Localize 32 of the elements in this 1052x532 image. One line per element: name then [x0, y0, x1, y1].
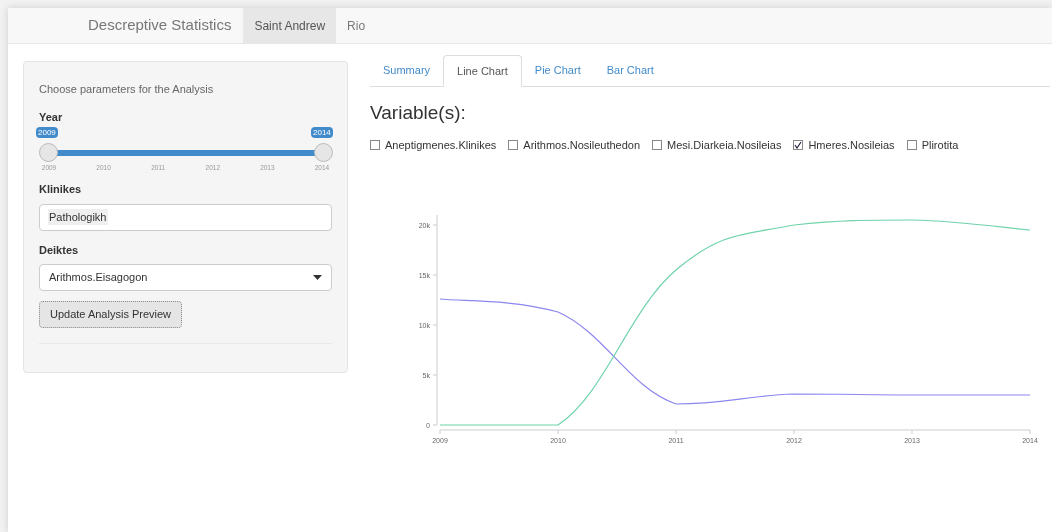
checkbox-label: Plirotita — [921, 137, 959, 153]
field-label: Year — [39, 109, 64, 125]
caret-icon — [313, 275, 322, 280]
chart-tab[interactable]: Bar Chart — [593, 55, 667, 86]
handle-value: 2009 — [36, 127, 58, 138]
nav-tab[interactable]: Saint Andrew — [243, 8, 337, 43]
checkbox[interactable] — [906, 139, 917, 150]
checkbox-label: Hmeres.Nosileias — [808, 137, 895, 153]
checkbox[interactable] — [370, 139, 380, 150]
field-label: Deiktes — [39, 242, 80, 258]
checkbox[interactable] — [793, 139, 804, 150]
slider-handle[interactable] — [39, 143, 58, 162]
checkbox-label: Arithmos.Nosileuthedon — [523, 137, 641, 153]
update-button[interactable]: Update Analysis Preview — [39, 301, 183, 328]
chart-tab[interactable]: Summary — [370, 55, 444, 86]
checkbox[interactable] — [508, 139, 519, 150]
slider-handle[interactable] — [314, 143, 333, 162]
checkbox[interactable] — [652, 139, 663, 150]
field-label: Klinikes — [39, 182, 83, 197]
selected-tag[interactable]: Pathologikh — [48, 208, 108, 226]
section-heading: Variable(s): — [370, 101, 467, 125]
checkbox-label: Aneptigmenes.Klinikes — [385, 137, 497, 153]
checkbox-label: Mesi.Diarkeia.Nosileias — [667, 137, 782, 153]
chart-tab[interactable]: Line Chart — [443, 55, 522, 87]
chart-tab[interactable]: Pie Chart — [521, 55, 594, 86]
select-field[interactable]: Arithmos.Eisagogon — [39, 264, 332, 291]
handle-value: 2014 — [311, 127, 333, 138]
nav-tab[interactable]: Rio — [336, 8, 377, 43]
app-title: Descreptive Statistics — [88, 15, 232, 36]
multi-select-field[interactable]: Pathologikh — [39, 203, 332, 231]
panel-heading: Choose parameters for the Analysis — [39, 82, 215, 97]
check-icon — [794, 140, 803, 149]
